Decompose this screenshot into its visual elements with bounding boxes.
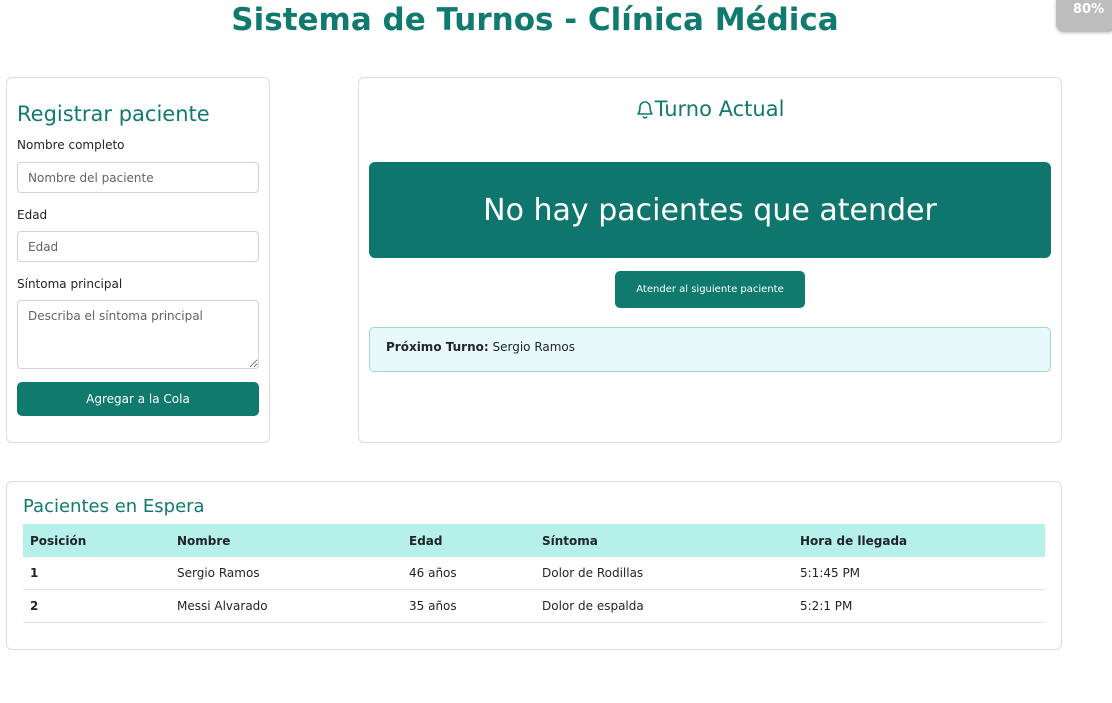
- current-patient-banner: No hay pacientes que atender: [369, 162, 1051, 258]
- age-label: Edad: [17, 208, 48, 222]
- row-arrival: 5:1:45 PM: [793, 557, 1045, 590]
- column-header-position: Posición: [23, 524, 170, 557]
- row-symptom: Dolor de Rodillas: [535, 557, 793, 590]
- table-header-row: Posición Nombre Edad Síntoma Hora de lle…: [23, 524, 1045, 557]
- waiting-table: Posición Nombre Edad Síntoma Hora de lle…: [23, 524, 1045, 623]
- next-turn-name: Sergio Ramos: [492, 340, 576, 354]
- row-symptom: Dolor de espalda: [535, 589, 793, 623]
- column-header-symptom: Síntoma: [535, 524, 793, 557]
- row-age: 35 años: [402, 589, 535, 623]
- row-age: 46 años: [402, 557, 535, 590]
- row-name: Messi Alvarado: [170, 589, 402, 623]
- row-name: Sergio Ramos: [170, 557, 402, 590]
- bell-icon: [636, 99, 654, 124]
- waiting-patients-card: Pacientes en Espera Posición Nombre Edad…: [6, 481, 1062, 650]
- column-header-arrival: Hora de llegada: [793, 524, 1045, 557]
- row-arrival: 5:2:1 PM: [793, 589, 1045, 623]
- add-to-queue-button[interactable]: Agregar a la Cola: [17, 382, 259, 416]
- current-turn-heading: Turno Actual: [359, 97, 1061, 124]
- zoom-indicator: 80%: [1056, 0, 1112, 32]
- row-position: 1: [23, 557, 170, 590]
- symptom-textarea[interactable]: [17, 300, 259, 369]
- register-patient-card: Registrar paciente Nombre completo Edad …: [6, 77, 270, 443]
- register-title: Registrar paciente: [17, 102, 210, 126]
- name-label: Nombre completo: [17, 138, 125, 152]
- column-header-age: Edad: [402, 524, 535, 557]
- next-turn-box: Próximo Turno: Sergio Ramos: [369, 327, 1051, 372]
- page-title: Sistema de Turnos - Clínica Médica: [231, 2, 839, 38]
- table-row: 2 Messi Alvarado 35 años Dolor de espald…: [23, 589, 1045, 623]
- next-turn-label: Próximo Turno:: [386, 340, 489, 354]
- age-input[interactable]: [17, 231, 259, 262]
- waiting-title: Pacientes en Espera: [23, 496, 205, 517]
- column-header-name: Nombre: [170, 524, 402, 557]
- current-turn-card: Turno Actual No hay pacientes que atende…: [358, 77, 1062, 443]
- current-status-text: No hay pacientes que atender: [483, 192, 937, 228]
- symptom-label: Síntoma principal: [17, 277, 123, 291]
- current-turn-title: Turno Actual: [654, 97, 785, 121]
- row-position: 2: [23, 589, 170, 623]
- table-row: 1 Sergio Ramos 46 años Dolor de Rodillas…: [23, 557, 1045, 590]
- attend-next-button[interactable]: Atender al siguiente paciente: [615, 271, 805, 308]
- name-input[interactable]: [17, 162, 259, 193]
